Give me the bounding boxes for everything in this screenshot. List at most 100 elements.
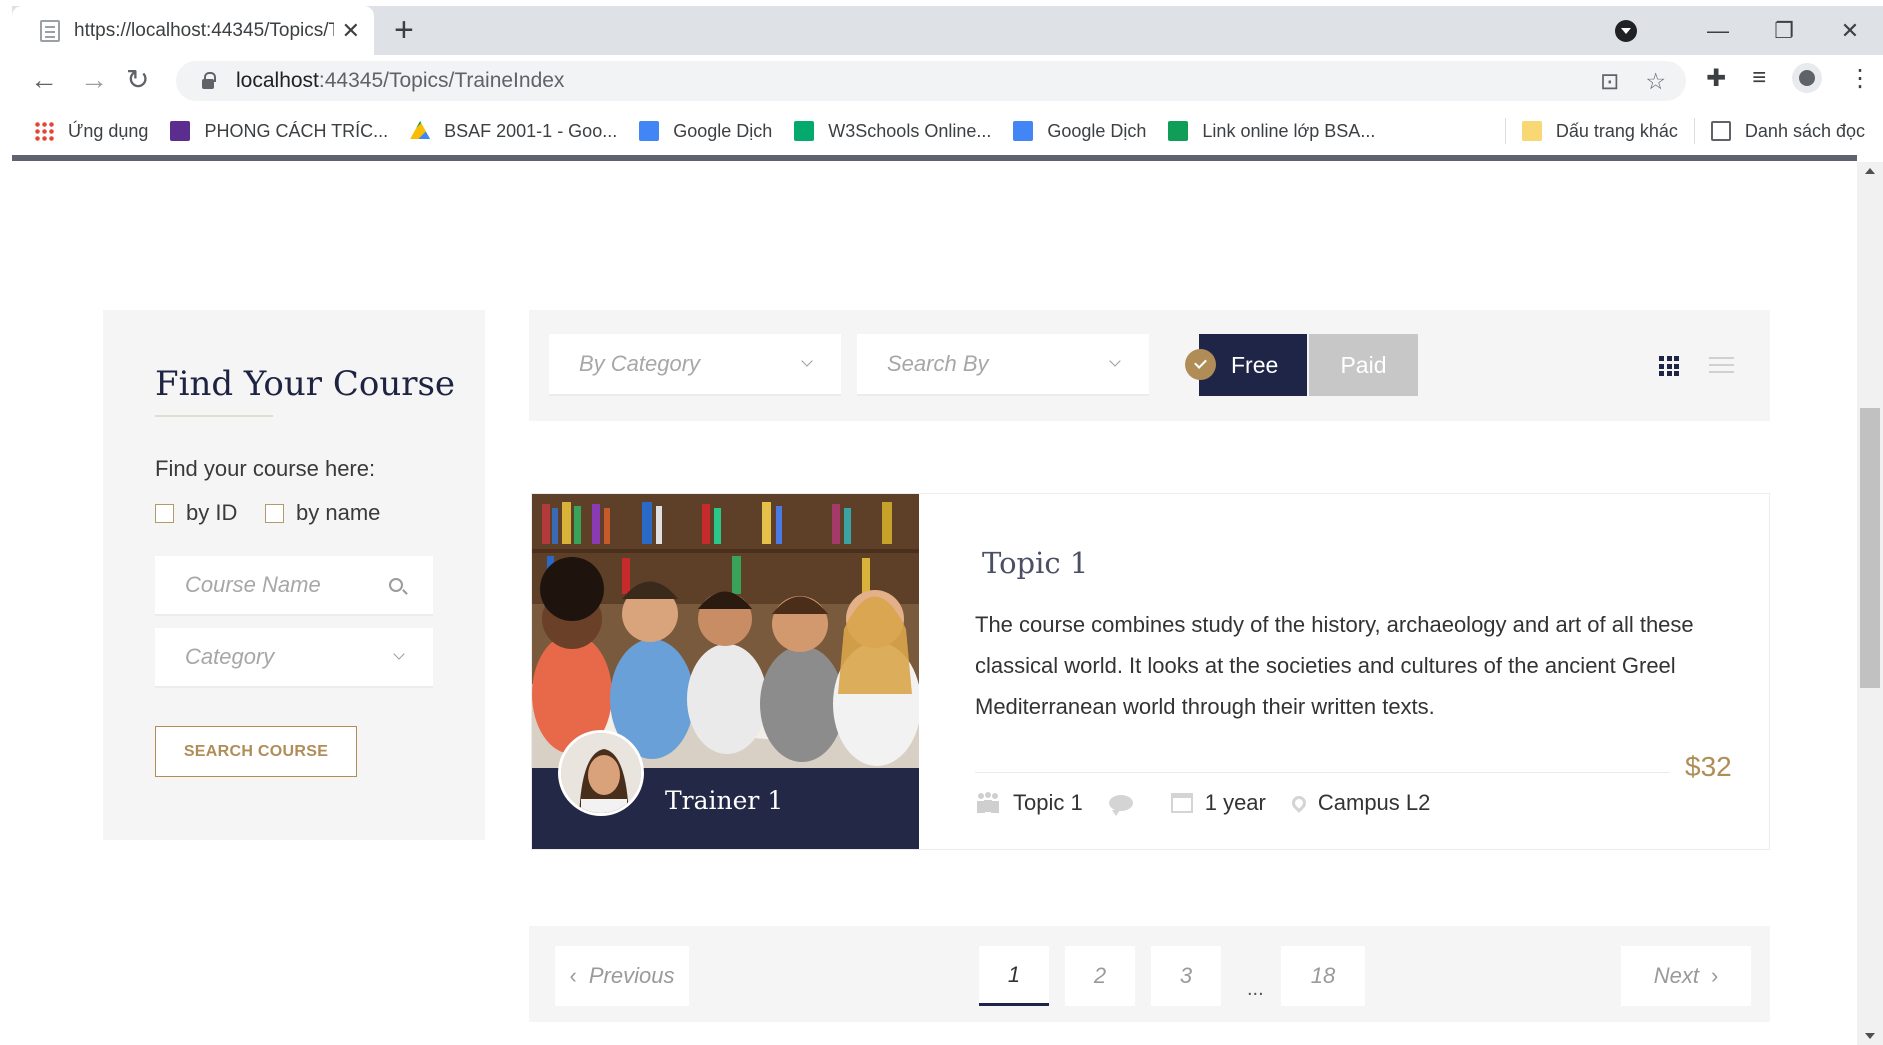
google-translate-icon: [1013, 121, 1034, 141]
filter-bar: By Category Search By Free Paid: [529, 310, 1770, 421]
menu-icon[interactable]: ⋮: [1848, 64, 1872, 93]
chevron-left-icon: ‹: [569, 963, 577, 988]
bookmark-star-icon[interactable]: ☆: [1645, 68, 1666, 95]
bookmark-label: W3Schools Online...: [828, 120, 992, 141]
title-underline: [155, 415, 273, 417]
page-scrollbar[interactable]: [1857, 162, 1883, 1045]
paid-toggle-button[interactable]: Paid: [1309, 334, 1418, 396]
page-content: Find Your Course Find your course here: …: [12, 162, 1857, 1045]
other-bookmarks[interactable]: Dấu trang khác: [1521, 120, 1678, 142]
chevron-down-icon: [1109, 355, 1121, 367]
profile-avatar-icon[interactable]: [1792, 63, 1823, 93]
chat-icon: [1108, 795, 1133, 816]
bookmark-label: Link online lớp BSA...: [1202, 120, 1376, 141]
scroll-down-icon[interactable]: [1865, 1033, 1875, 1039]
reading-list[interactable]: Danh sách đọc: [1710, 120, 1865, 142]
bookmark-item[interactable]: BSAF 2001-1 - Goo...: [410, 121, 617, 142]
address-bar[interactable]: localhost :44345/Topics/TraineIndex ⊡ ☆: [176, 61, 1686, 101]
page-2-button[interactable]: 2: [1065, 946, 1135, 1006]
scroll-up-icon[interactable]: [1865, 168, 1875, 174]
course-price: $32: [1685, 751, 1732, 782]
url-host: localhost: [236, 69, 319, 92]
tab-search-icon[interactable]: [1615, 19, 1637, 42]
minimize-button[interactable]: —: [1685, 18, 1751, 44]
next-page-button[interactable]: Next ›: [1621, 946, 1751, 1006]
category-placeholder: Category: [185, 644, 275, 669]
restore-button[interactable]: ❐: [1751, 18, 1817, 44]
meta-topic: Topic 1: [975, 790, 1083, 816]
search-icon[interactable]: [389, 578, 403, 592]
meta-comments: [1108, 795, 1145, 816]
page-3-button[interactable]: 3: [1151, 946, 1221, 1006]
location-pin-icon: [1288, 793, 1309, 813]
bookmark-item[interactable]: W3Schools Online...: [794, 121, 991, 142]
list-view-icon[interactable]: [1709, 357, 1734, 375]
reading-list-label: Danh sách đọc: [1744, 120, 1865, 141]
meta-duration-label: 1 year: [1204, 790, 1266, 815]
window-controls: — ❐ ✕: [1615, 6, 1883, 55]
course-title[interactable]: Topic 1: [982, 546, 1088, 580]
page-last-button[interactable]: 18: [1281, 946, 1365, 1006]
tab-title: https://localhost:44345/Topics/Tr...: [74, 19, 334, 41]
price-toggle: Free Paid: [1185, 334, 1418, 396]
grid-view-icon[interactable]: [1659, 356, 1679, 376]
browser-tab[interactable]: https://localhost:44345/Topics/Tr... ✕: [12, 6, 374, 55]
find-course-panel: Find Your Course Find your course here: …: [103, 310, 485, 840]
free-label: Free: [1231, 351, 1279, 378]
search-course-button[interactable]: SEARCH COURSE: [155, 726, 357, 777]
bookmark-item[interactable]: Link online lớp BSA...: [1168, 121, 1375, 142]
back-button[interactable]: ←: [30, 64, 58, 96]
meta-topic-label: Topic 1: [1013, 790, 1083, 815]
trainer-name: Trainer 1: [665, 786, 784, 815]
lock-icon[interactable]: [202, 72, 216, 89]
url-path: :44345/Topics/TraineIndex: [318, 69, 565, 92]
by-id-checkbox[interactable]: [155, 503, 174, 523]
previous-page-button[interactable]: ‹ Previous: [555, 946, 689, 1006]
by-id-option[interactable]: by ID: [155, 500, 237, 526]
bookmark-label: BSAF 2001-1 - Goo...: [444, 120, 618, 141]
course-name-input[interactable]: Course Name: [155, 556, 433, 616]
bookmark-item[interactable]: PHONG CÁCH TRÍC...: [170, 121, 388, 142]
chevron-down-icon: [801, 355, 813, 367]
tab-close-icon[interactable]: ✕: [342, 18, 360, 44]
free-toggle-button[interactable]: Free: [1185, 334, 1307, 396]
bookmark-item[interactable]: Ứng dụng: [34, 121, 148, 142]
window-close-button[interactable]: ✕: [1817, 18, 1883, 44]
other-bookmarks-label: Dấu trang khác: [1555, 120, 1678, 141]
bookmarks-bar: Ứng dụng PHONG CÁCH TRÍC... BSAF 2001-1 …: [12, 107, 1883, 155]
divider: [975, 772, 1670, 773]
by-name-checkbox[interactable]: [265, 503, 284, 523]
chevron-right-icon: ›: [1710, 963, 1719, 988]
by-category-label: By Category: [579, 351, 701, 376]
bookmark-item[interactable]: Google Dịch: [639, 121, 772, 142]
by-name-option[interactable]: by name: [265, 500, 380, 526]
scrollbar-thumb[interactable]: [1860, 408, 1880, 688]
category-select[interactable]: Category: [155, 628, 433, 688]
translate-icon[interactable]: ⊡: [1600, 68, 1619, 95]
drive-icon: [410, 121, 431, 139]
bookmark-label: Ứng dụng: [68, 120, 149, 141]
pagination: ‹ Previous 1 2 3 ... 18 Next ›: [529, 926, 1770, 1022]
reload-button[interactable]: ↻: [126, 64, 149, 96]
trainer-avatar: [558, 730, 644, 816]
previous-label: Previous: [588, 963, 675, 988]
page-1-button[interactable]: 1: [979, 946, 1049, 1006]
folder-icon: [1521, 121, 1542, 141]
extensions-icon[interactable]: ✚: [1706, 64, 1726, 93]
google-translate-icon: [639, 121, 660, 141]
bookmark-label: Google Dịch: [673, 120, 773, 141]
search-by-select[interactable]: Search By: [857, 334, 1149, 396]
people-icon: [975, 793, 1001, 813]
course-image: Trainer 1: [532, 494, 919, 849]
by-category-select[interactable]: By Category: [549, 334, 841, 396]
course-card[interactable]: Trainer 1 Topic 1 The course combines st…: [531, 493, 1770, 850]
w3schools-icon: [794, 121, 815, 141]
forward-button[interactable]: →: [80, 64, 108, 96]
new-tab-button[interactable]: +: [394, 12, 414, 48]
address-row: ← → ↻ localhost :44345/Topics/TraineInde…: [12, 55, 1883, 107]
media-control-icon[interactable]: ≡: [1752, 64, 1766, 92]
toolbar-icons: ✚ ≡ ⋮: [1706, 63, 1872, 93]
bookmark-item[interactable]: Google Dịch: [1013, 121, 1146, 142]
by-name-label: by name: [296, 500, 381, 525]
chevron-down-icon: [393, 648, 405, 660]
